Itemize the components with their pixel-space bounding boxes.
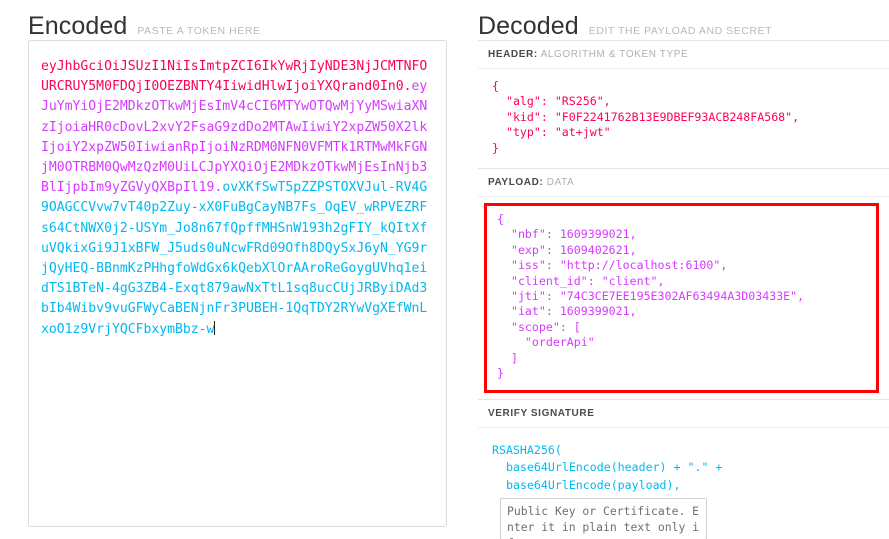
jwt-token-text[interactable]: eyJhbGciOiJSUzI1NiIsImtpZCI6IkYwRjIyNDE3… (41, 57, 434, 340)
encoded-token-input[interactable]: eyJhbGciOiJSUzI1NiIsImtpZCI6IkYwRjIyNDE3… (28, 40, 447, 527)
verify-signature-panel: VERIFY SIGNATURE RSASHA256( base64UrlEnc… (478, 399, 889, 539)
text-cursor (214, 320, 216, 335)
payload-panel-label-strong: PAYLOAD: (488, 177, 544, 189)
payload-json-line: "orderApi" (497, 335, 595, 350)
payload-panel: PAYLOAD: DATA { "nbf": 1609399021, "exp"… (478, 169, 889, 400)
payload-json-line: "iat": 1609399021, (497, 304, 637, 319)
public-key-input[interactable]: Public Key or Certificate. Enter it in p… (500, 498, 707, 539)
decoded-title: Decoded (478, 12, 579, 40)
decoded-heading: Decoded EDIT THE PAYLOAD AND SECRET (478, 0, 889, 40)
header-json-line: } (492, 140, 499, 155)
payload-highlight-box[interactable]: { "nbf": 1609399021, "exp": 1609402621, … (484, 203, 879, 393)
payload-json-line: "nbf": 1609399021, (497, 227, 637, 242)
header-panel-label: HEADER: ALGORITHM & TOKEN TYPE (478, 41, 889, 69)
encoded-title: Encoded (28, 12, 128, 40)
payload-json-line: "scope": [ (497, 319, 581, 334)
signature-algorithm-line: RSASHA256( (492, 442, 562, 457)
header-json[interactable]: { "alg": "RS256", "kid": "F0F2241762B13E… (492, 79, 879, 156)
verify-panel-label: VERIFY SIGNATURE (478, 399, 889, 428)
header-panel-label-strong: HEADER: (488, 49, 538, 60)
header-panel: HEADER: ALGORITHM & TOKEN TYPE { "alg": … (478, 40, 889, 170)
jwt-debugger: Encoded PASTE A TOKEN HERE eyJhbGciOiJSU… (0, 0, 889, 539)
signature-encode-payload-line: base64UrlEncode(payload), (506, 477, 681, 492)
payload-panel-label: PAYLOAD: DATA (478, 169, 889, 198)
payload-json-line: } (497, 366, 504, 381)
token-signature-segment: ovXKfSwT5pZZPSTOXVJul-RV4G9OAGCCVvw7vT40… (41, 180, 428, 337)
header-json-line: "typ": "at+jwt" (492, 125, 611, 140)
signature-encode-header-line: base64UrlEncode(header) + "." + (506, 460, 723, 474)
payload-panel-label-light: DATA (546, 177, 575, 189)
token-payload-segment: eyJuYmYiOjE2MDkzOTkwMjEsImV4cCI6MTYwOTQw… (41, 79, 428, 196)
payload-json-line: "iss": "http://localhost:6100", (497, 258, 728, 273)
payload-json-line: "jti": "74C3CE7EE195E302AF63494A3D03433E… (497, 289, 805, 304)
header-panel-body[interactable]: { "alg": "RS256", "kid": "F0F2241762B13E… (478, 69, 889, 169)
encoded-column: Encoded PASTE A TOKEN HERE eyJhbGciOiJSU… (0, 0, 470, 539)
token-separator-1: . (403, 79, 412, 95)
verify-panel-label-strong: VERIFY SIGNATURE (488, 407, 595, 419)
decoded-column: Decoded EDIT THE PAYLOAD AND SECRET HEAD… (470, 0, 889, 539)
payload-json-line: "client_id": "client", (497, 273, 665, 288)
encoded-subtitle: PASTE A TOKEN HERE (137, 25, 261, 37)
payload-json-line: "exp": 1609402621, (497, 242, 637, 257)
payload-json-line: { (497, 212, 504, 227)
header-json-line: { (492, 79, 499, 93)
payload-json[interactable]: { "nbf": 1609399021, "exp": 1609402621, … (497, 212, 868, 381)
verify-panel-body: RSASHA256( base64UrlEncode(header) + "."… (478, 428, 889, 539)
token-header-segment: eyJhbGciOiJSUzI1NiIsImtpZCI6IkYwRjIyNDE3… (41, 59, 428, 95)
header-panel-label-light: ALGORITHM & TOKEN TYPE (540, 49, 689, 60)
header-json-line: "alg": "RS256", (492, 94, 611, 109)
payload-json-line: ] (497, 350, 518, 365)
header-json-line: "kid": "F0F2241762B13E9DBEF93ACB248FA568… (492, 109, 800, 124)
encoded-heading: Encoded PASTE A TOKEN HERE (28, 0, 458, 40)
decoded-subtitle: EDIT THE PAYLOAD AND SECRET (588, 25, 773, 37)
